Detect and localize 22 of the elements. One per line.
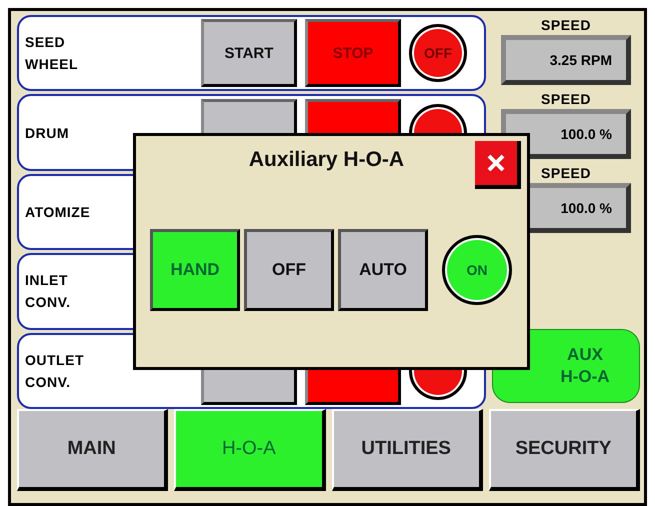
equipment-label: INLET CONV. [25,271,72,312]
indicator-light: OFF [409,24,467,82]
nav-tab[interactable]: SECURITY [488,409,640,491]
equipment-label: DRUM [25,124,70,143]
start-button[interactable]: START [201,19,297,88]
indicator-light: ON [442,235,512,305]
speed-display: 3.25 RPM [501,35,631,85]
mode-button[interactable]: OFF [244,229,334,311]
close-icon [485,152,507,174]
nav-tab[interactable]: H-O-A [174,409,326,491]
equipment-label: SEED WHEEL [25,33,80,74]
mode-button[interactable]: AUTO [338,229,428,311]
readout-label: SPEED [541,90,591,109]
equipment-label: OUTLET CONV. [25,350,85,392]
readout-label: SPEED [541,164,591,183]
mode-button[interactable]: HAND [150,229,240,311]
close-button[interactable] [475,141,521,189]
nav-tab[interactable]: UTILITIES [332,409,483,491]
dialog-title: Auxiliary H-O-A [248,148,406,172]
nav-tab[interactable]: MAIN [17,409,168,491]
readout-label: SPEED [541,16,591,35]
equipment-label: ATOMIZE [25,203,92,222]
